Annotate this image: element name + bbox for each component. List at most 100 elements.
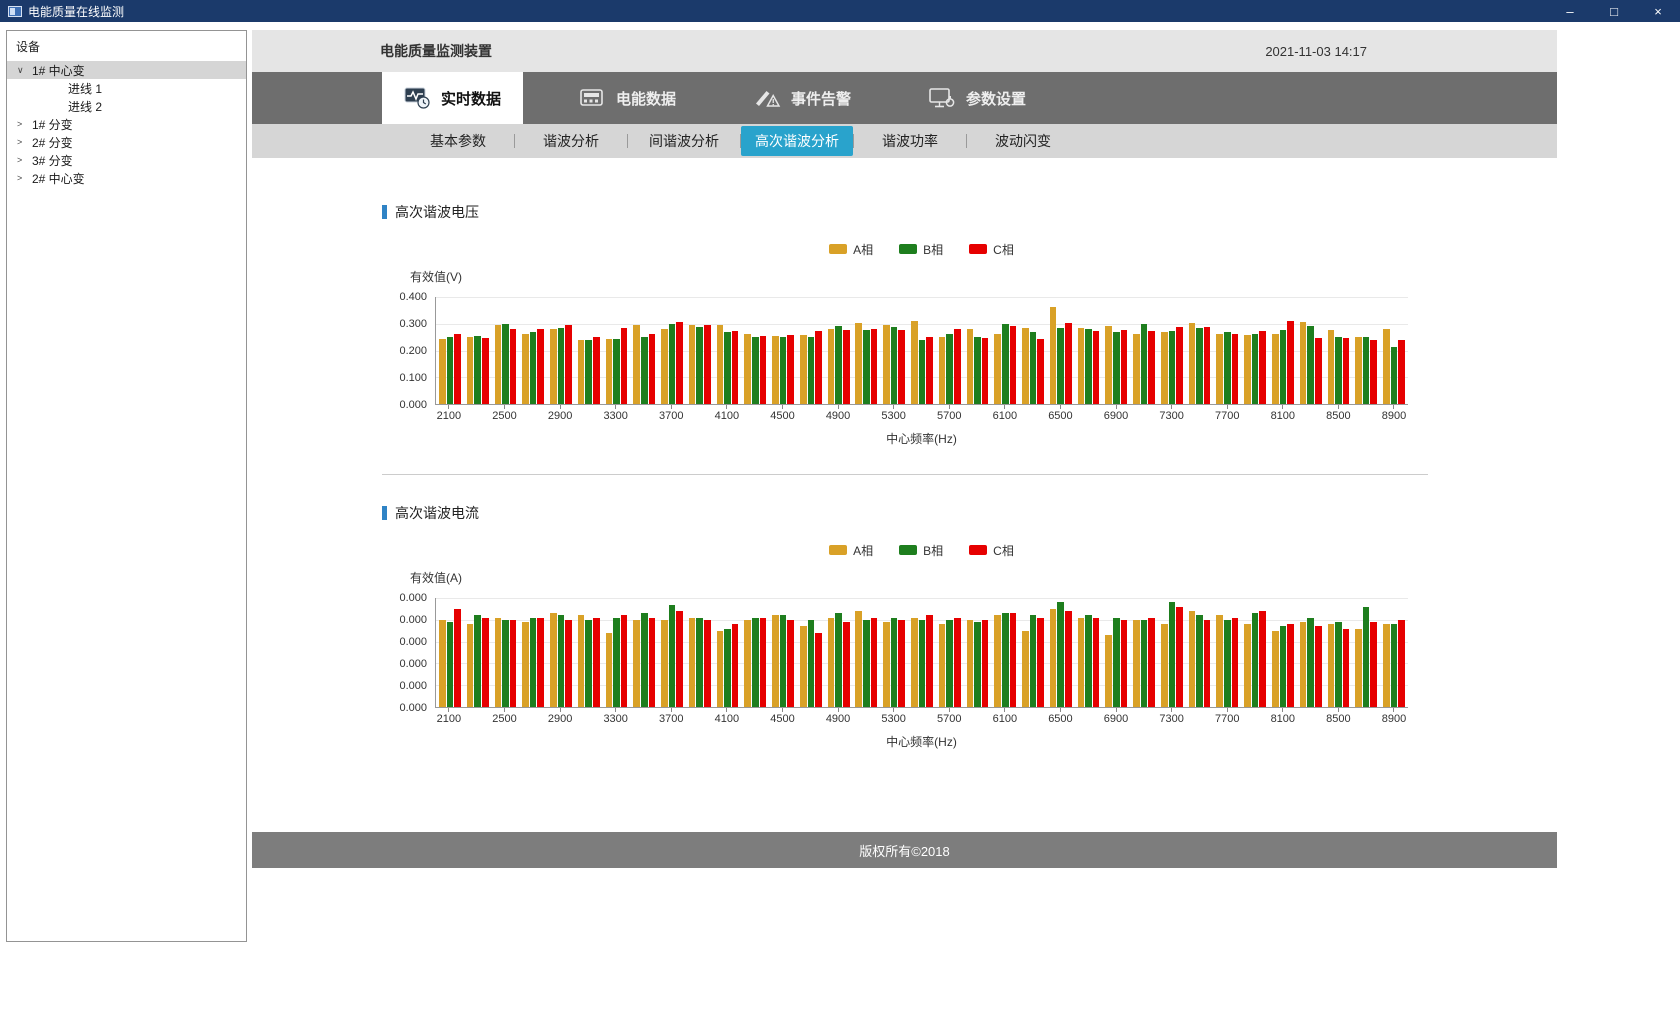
x-tick-cell: 5700: [935, 405, 963, 424]
bar: [641, 613, 648, 707]
x-tick-cell: [1130, 405, 1158, 424]
energy-data-icon: [579, 87, 606, 109]
y-axis: 0.4000.3000.2000.1000.000: [382, 297, 435, 405]
chevron-right-icon[interactable]: >: [17, 137, 32, 147]
tree-item[interactable]: >1# 分变: [7, 115, 246, 133]
section-title: 高次谐波电流: [382, 503, 1557, 523]
bar-group: [464, 598, 492, 707]
tree-item[interactable]: ∨1# 中心变: [7, 61, 246, 79]
subtab-0[interactable]: 基本参数: [402, 126, 514, 156]
subtab-3[interactable]: 高次谐波分析: [741, 126, 853, 156]
bar: [1133, 334, 1140, 404]
bar: [447, 337, 454, 404]
device-sidebar: 设备 ∨1# 中心变进线 1进线 2>1# 分变>2# 分变>3# 分变>2# …: [6, 30, 247, 942]
bar-group: [1352, 297, 1380, 404]
tab-label: 电能数据: [616, 88, 676, 109]
x-tick-cell: [1074, 405, 1102, 424]
tab-settings[interactable]: 参数设置: [907, 72, 1048, 124]
minimize-icon[interactable]: –: [1548, 0, 1592, 22]
bar: [502, 324, 509, 404]
bar: [1133, 620, 1140, 707]
bar: [883, 622, 890, 707]
bar: [661, 620, 668, 707]
tree-item[interactable]: >3# 分变: [7, 151, 246, 169]
bar: [843, 622, 850, 707]
bar-group: [1269, 598, 1297, 707]
legend-item[interactable]: B相: [899, 543, 943, 557]
chevron-down-icon[interactable]: ∨: [17, 65, 32, 76]
bar-group: [686, 598, 714, 707]
subtabbar: 基本参数谐波分析间谐波分析高次谐波分析谐波功率波动闪变: [252, 124, 1557, 158]
subtab-1[interactable]: 谐波分析: [515, 126, 627, 156]
bar: [1050, 609, 1057, 707]
bar-group: [630, 297, 658, 404]
tree-item[interactable]: 进线 2: [7, 97, 246, 115]
main-panel: 电能质量监测装置 2021-11-03 14:17 实时数据 电能数据 事件告警 参数…: [252, 30, 1557, 868]
subtab-2[interactable]: 间谐波分析: [628, 126, 740, 156]
bar: [641, 337, 648, 404]
tree-item[interactable]: >2# 中心变: [7, 169, 246, 187]
close-icon[interactable]: ×: [1636, 0, 1680, 22]
x-tick-cell: 6500: [1047, 405, 1075, 424]
bar-group: [908, 297, 936, 404]
bar: [717, 325, 724, 404]
bar: [883, 325, 890, 404]
bar: [1141, 620, 1148, 707]
bar: [510, 329, 517, 404]
bar: [1002, 613, 1009, 707]
y-tick-label: 0.000: [399, 399, 427, 411]
x-tick-cell: [463, 708, 491, 727]
tree-item[interactable]: >2# 分变: [7, 133, 246, 151]
bar-group: [1019, 598, 1047, 707]
tab-label: 事件告警: [791, 88, 851, 109]
x-tick-label: 3300: [603, 409, 627, 424]
tab-alarm[interactable]: 事件告警: [732, 72, 873, 124]
bars-layer: [436, 297, 1408, 404]
bar-group: [630, 598, 658, 707]
x-tick-cell: [796, 708, 824, 727]
tree-item[interactable]: 进线 1: [7, 79, 246, 97]
bar: [787, 335, 794, 404]
x-tick-cell: [1352, 708, 1380, 727]
subtab-5[interactable]: 波动闪变: [967, 126, 1079, 156]
legend-swatch: [969, 244, 987, 254]
bar: [439, 339, 446, 404]
x-tick-cell: [1130, 708, 1158, 727]
legend-item[interactable]: C相: [969, 242, 1014, 256]
bar: [1259, 611, 1266, 707]
y-axis: 0.0000.0000.0000.0000.0000.000: [382, 598, 435, 708]
legend-item[interactable]: B相: [899, 242, 943, 256]
legend-item[interactable]: C相: [969, 543, 1014, 557]
bar: [1328, 624, 1335, 707]
footer-bar: 版权所有©2018: [252, 832, 1557, 868]
bar: [967, 329, 974, 404]
tab-energy[interactable]: 电能数据: [557, 72, 698, 124]
bar: [593, 618, 600, 707]
chevron-right-icon[interactable]: >: [17, 173, 32, 183]
chevron-right-icon[interactable]: >: [17, 119, 32, 129]
x-tick-cell: 2100: [435, 405, 463, 424]
bar-group: [714, 297, 742, 404]
bar: [1176, 327, 1183, 404]
x-tick-cell: 4100: [713, 405, 741, 424]
bar: [760, 336, 767, 404]
bar: [967, 620, 974, 707]
subtab-4[interactable]: 谐波功率: [854, 126, 966, 156]
legend-item[interactable]: A相: [829, 543, 873, 557]
bar-group: [797, 598, 825, 707]
tab-realtime[interactable]: 实时数据: [382, 72, 523, 124]
bar: [530, 618, 537, 707]
x-tick-cell: [574, 405, 602, 424]
legend-item[interactable]: A相: [829, 242, 873, 256]
x-tick-cell: 3700: [657, 708, 685, 727]
chevron-right-icon[interactable]: >: [17, 155, 32, 165]
x-tick-cell: 2900: [546, 405, 574, 424]
x-tick-cell: 8900: [1380, 405, 1408, 424]
y-tick-label: 0.100: [399, 372, 427, 384]
x-tick-cell: [1352, 405, 1380, 424]
bar-group: [825, 297, 853, 404]
x-tick-cell: [908, 708, 936, 727]
maximize-icon[interactable]: □: [1592, 0, 1636, 22]
x-tick-cell: [1186, 405, 1214, 424]
page-header: 电能质量监测装置 2021-11-03 14:17: [252, 30, 1557, 72]
